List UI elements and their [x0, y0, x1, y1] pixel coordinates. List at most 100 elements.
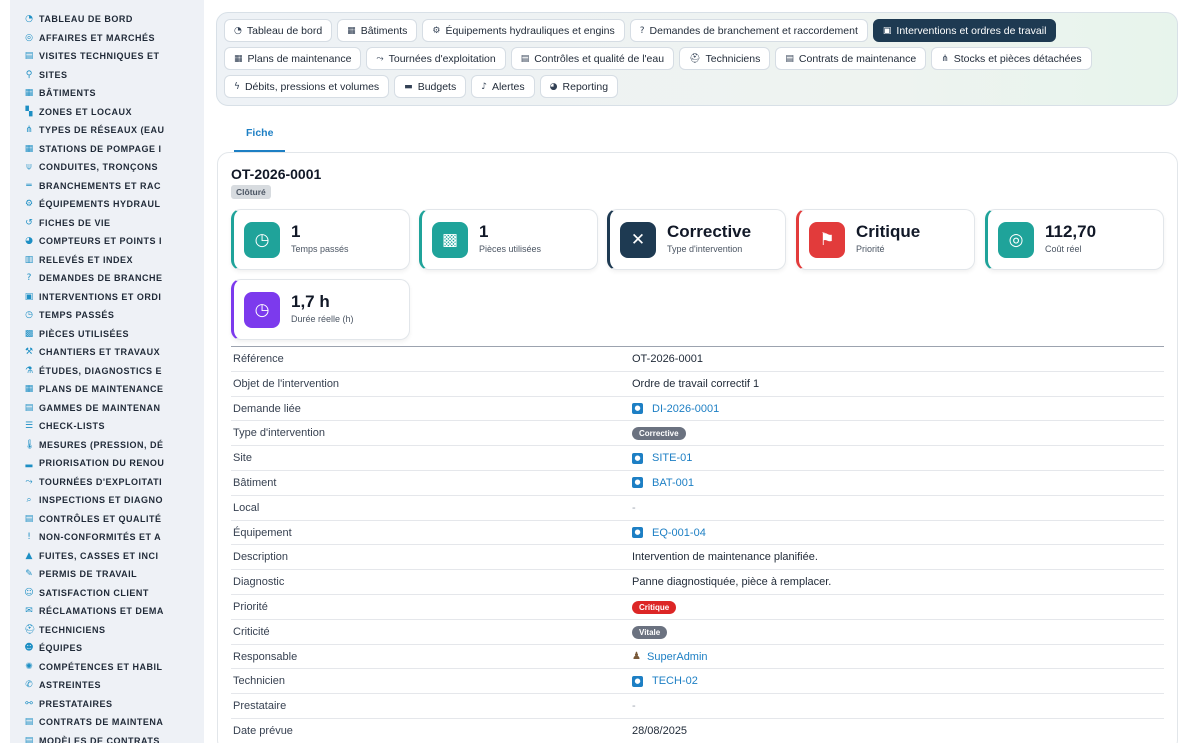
sidebar-item[interactable]: ✺ COMPÉTENCES ET HABIL [10, 658, 204, 677]
sidebar-item[interactable]: ▤ CONTRATS DE MAINTENA [10, 713, 204, 732]
sidebar-item-label: AFFAIRES ET MARCHÉS [39, 32, 156, 43]
detail-row: Site ● SITE-01 [231, 446, 1164, 471]
nav-button[interactable]: ▦ Bâtiments [337, 19, 418, 42]
nav-button-label: Techniciens [705, 52, 761, 65]
sidebar-item[interactable]: ▤ VISITES TECHNIQUES ET [10, 47, 204, 66]
flag-icon: ⚑ [809, 222, 845, 258]
sidebar-item[interactable]: 🌡 MESURES (PRESSION, DÉ [10, 436, 204, 455]
sidebar-item[interactable]: ⍦ CONDUITES, TRONÇONS [10, 158, 204, 177]
sidebar-item[interactable]: ═ BRANCHEMENTS ET RAC [10, 177, 204, 196]
sidebar-item[interactable]: ▤ CONTRÔLES ET QUALITÉ [10, 510, 204, 529]
kpi-label: Temps passés [291, 244, 349, 254]
nav-button-label: Reporting [562, 80, 609, 93]
detail-link[interactable]: BAT-001 [652, 477, 694, 489]
nav-button-label: Contrôles et qualité de l'eau [534, 52, 665, 65]
sidebar-item[interactable]: ↺ FICHES DE VIE [10, 214, 204, 233]
nav-button-label: Stocks et pièces détachées [953, 52, 1082, 65]
nav-row: ▦ Plans de maintenance ⤳ Tournées d'exploit… [224, 47, 1177, 70]
sidebar-item-label: GAMMES DE MAINTENAN [39, 402, 161, 413]
sidebar-item[interactable]: ▥ RELEVÉS ET INDEX [10, 251, 204, 270]
sidebar-item[interactable]: ⌕ INSPECTIONS ET DIAGNO [10, 491, 204, 510]
sidebar-item[interactable]: ▦ PLANS DE MAINTENANCE [10, 380, 204, 399]
clipboard-list-icon: ▤ [520, 53, 530, 64]
sidebar-item[interactable]: ▦ BÂTIMENTS [10, 84, 204, 103]
sidebar-item[interactable]: ▤ GAMMES DE MAINTENAN [10, 399, 204, 418]
sidebar-item-label: TECHNICIENS [39, 624, 106, 635]
sidebar-item[interactable]: ⚯ PRESTATAIRES [10, 695, 204, 714]
sidebar-item-label: COMPTEURS ET POINTS I [39, 236, 163, 247]
detail-link[interactable]: TECH-02 [652, 675, 698, 687]
nav-button[interactable]: ⤳ Tournées d'exploitation [366, 47, 506, 70]
nav-button[interactable]: ⚙ Équipements hydrauliques et engins [422, 19, 625, 42]
sidebar-item[interactable]: ✆ ASTREINTES [10, 676, 204, 695]
sidebar-item[interactable]: ☰ CHECK-LISTS [10, 417, 204, 436]
sidebar-item-label: PRESTATAIRES [39, 698, 113, 709]
sidebar-item[interactable]: ▣ INTERVENTIONS ET ORDI [10, 288, 204, 307]
detail-label: Type d'intervention [233, 427, 325, 440]
question-icon: ? [639, 25, 645, 36]
sidebar-item[interactable]: ◔ TABLEAU DE BORD [10, 10, 204, 29]
detail-value: Intervention de maintenance planifiée. [632, 551, 818, 564]
water-drop-icon: ● [632, 675, 643, 687]
nav-button[interactable]: ⋔ Stocks et pièces détachées [931, 47, 1092, 70]
sidebar-item[interactable]: ▲ FUITES, CASSES ET INCI [10, 547, 204, 566]
nav-button[interactable]: ◔ Tableau de bord [224, 19, 333, 42]
history-icon: ↺ [25, 217, 33, 228]
detail-link[interactable]: SITE-01 [652, 452, 692, 464]
sidebar-item[interactable]: ✎ PERMIS DE TRAVAIL [10, 565, 204, 584]
water-drop-icon: ● [632, 527, 643, 539]
nav-button[interactable]: ▦ Plans de maintenance [224, 47, 362, 70]
nav-button[interactable]: ▤ Contrôles et qualité de l'eau [510, 47, 675, 70]
details-table: Référence OT-2026-0001 Objet de l'interven… [231, 346, 1164, 743]
nav-button[interactable]: ϟ Débits, pressions et volumes [224, 75, 390, 98]
nav-button[interactable]: ? Demandes de branchement et raccordement [629, 19, 868, 42]
sidebar-item[interactable]: ⚙ ÉQUIPEMENTS HYDRAUL [10, 195, 204, 214]
hard-hat-icon: ⛑ [24, 624, 36, 635]
sidebar-item[interactable]: ✉ RÉCLAMATIONS ET DEMA [10, 602, 204, 621]
detail-row: Prestataire - [231, 694, 1164, 719]
detail-label: Diagnostic [233, 576, 285, 589]
sidebar-item-label: NON-CONFORMITÉS ET A [39, 532, 162, 543]
kpi-value: 112,70 [1045, 222, 1097, 241]
sidebar-item[interactable]: ⤳ TOURNÉES D'EXPLOITATI [10, 473, 204, 492]
detail-link[interactable]: EQ-001-04 [652, 527, 706, 539]
smile-icon: ☺ [24, 587, 34, 598]
sidebar-item[interactable]: ▂ PRIORISATION DU RENOU [10, 454, 204, 473]
clipboard-list-icon: ▤ [24, 513, 34, 524]
sidebar-item[interactable]: ⚒ CHANTIERS ET TRAVAUX [10, 343, 204, 362]
sidebar-item[interactable]: ◎ AFFAIRES ET MARCHÉS [10, 29, 204, 48]
detail-link[interactable]: DI-2026-0001 [652, 403, 719, 415]
nav-button[interactable]: ◕ Reporting [539, 75, 619, 98]
sidebar-item[interactable]: ? DEMANDES DE BRANCHE [10, 269, 204, 288]
sidebar-item[interactable]: ⚲ SITES [10, 66, 204, 85]
page-title: OT-2026-0001 [231, 166, 322, 182]
sidebar-item-label: DEMANDES DE BRANCHE [39, 273, 163, 284]
sidebar-item[interactable]: ⚗ ÉTUDES, DIAGNOSTICS E [10, 362, 204, 381]
pipe-icon: ═ [26, 180, 32, 191]
nav-button[interactable]: ♪ Alertes [471, 75, 535, 98]
sidebar-item[interactable]: ⛑ TECHNICIENS [10, 621, 204, 640]
nav-button[interactable]: ▤ Contrats de maintenance [775, 47, 927, 70]
route-icon: ⤳ [376, 53, 384, 64]
nav-button[interactable]: ▬ Budgets [394, 75, 467, 98]
sidebar-item[interactable]: ▦ STATIONS DE POMPAGE I [10, 140, 204, 159]
detail-label: Description [233, 551, 289, 564]
detail-link[interactable]: SuperAdmin [647, 651, 708, 663]
sidebar-item[interactable]: ◷ TEMPS PASSÉS [10, 306, 204, 325]
sidebar-item[interactable]: ☺ SATISFACTION CLIENT [10, 584, 204, 603]
nav-button-label: Budgets [417, 80, 457, 93]
sidebar-item[interactable]: ▚ ZONES ET LOCAUX [10, 103, 204, 122]
sidebar-item[interactable]: ◕ COMPTEURS ET POINTS I [10, 232, 204, 251]
sidebar-item[interactable]: ▩ PIÈCES UTILISÉES [10, 325, 204, 344]
sidebar-item[interactable]: ☻ ÉQUIPES [10, 639, 204, 658]
sidebar-item[interactable]: ▤ MODÈLES DE CONTRATS [10, 732, 204, 743]
module-nav: ◔ Tableau de bord ▦ Bâtiments ⚙ Équipements h… [216, 12, 1178, 106]
nav-button[interactable]: ▣ Interventions et ordres de travail [872, 19, 1057, 42]
nav-button[interactable]: ⛑ Techniciens [679, 47, 771, 70]
sidebar-item[interactable]: ⋔ TYPES DE RÉSEAUX (EAU [10, 121, 204, 140]
faucet-icon: ⍦ [26, 162, 32, 173]
tab-fiche[interactable]: Fiche [234, 118, 286, 152]
sidebar-item-label: COMPÉTENCES ET HABIL [39, 661, 163, 672]
sidebar-item[interactable]: ! NON-CONFORMITÉS ET A [10, 528, 204, 547]
kpi-card: ◷ 1 Temps passés [231, 209, 410, 270]
